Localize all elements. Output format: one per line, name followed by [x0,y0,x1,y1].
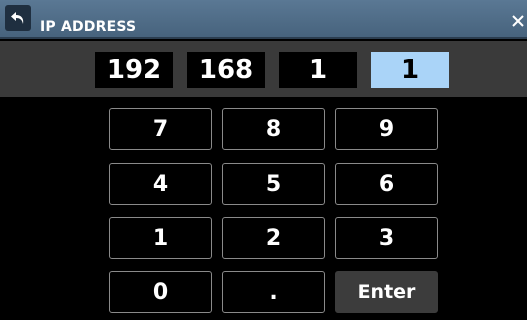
title-bar: IP ADDRESS [0,0,527,39]
close-icon [512,15,524,27]
close-button[interactable] [511,13,527,29]
key-4-button[interactable]: 4 [109,163,212,205]
octet-3-field[interactable]: 1 [279,52,357,88]
back-button[interactable] [5,5,31,31]
key-7-button[interactable]: 7 [109,108,212,150]
key-5-button[interactable]: 5 [222,163,325,205]
key-dot-button[interactable]: . [222,271,325,313]
key-1-button[interactable]: 1 [109,217,212,259]
ip-address-fields: 192 168 1 1 [0,41,527,97]
octet-1-field[interactable]: 192 [95,52,173,88]
page-title: IP ADDRESS [40,19,137,35]
key-9-button[interactable]: 9 [335,108,438,150]
key-3-button[interactable]: 3 [335,217,438,259]
key-6-button[interactable]: 6 [335,163,438,205]
octet-2-field[interactable]: 168 [187,52,265,88]
key-2-button[interactable]: 2 [222,217,325,259]
enter-button[interactable]: Enter [335,271,438,313]
key-8-button[interactable]: 8 [222,108,325,150]
octet-4-field[interactable]: 1 [371,52,449,88]
key-0-button[interactable]: 0 [109,271,212,313]
back-arrow-icon [11,12,24,24]
